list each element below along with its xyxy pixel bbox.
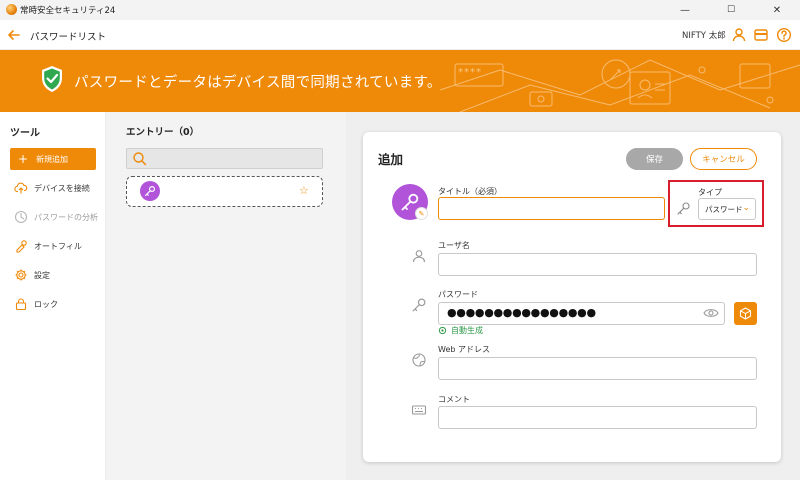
username-input[interactable]: [438, 253, 757, 276]
favorite-star-icon[interactable]: ☆: [299, 184, 309, 197]
autogenerate-link[interactable]: 自動生成: [438, 325, 483, 336]
password-input[interactable]: ●●●●●●●●●●●●●●●●: [438, 302, 725, 325]
autofill-icon: [16, 240, 27, 253]
cancel-button[interactable]: キャンセル: [690, 148, 757, 170]
web-address-input[interactable]: [438, 357, 757, 380]
page-title: パスワードリスト: [30, 32, 107, 43]
tool-password-analysis[interactable]: パスワードの分析: [14, 209, 98, 225]
password-label: パスワード: [438, 290, 478, 299]
banner-deco-mask: ****: [458, 67, 482, 78]
banner-sync-message: パスワードとデータはデバイス間で同期されています。: [74, 75, 442, 91]
search-icon: [133, 152, 147, 166]
gear-icon: [15, 269, 27, 281]
edit-pencil-icon[interactable]: ✎: [415, 207, 428, 220]
generate-password-button[interactable]: [734, 302, 757, 325]
globe-icon: [412, 353, 426, 367]
tool-label: パスワードの分析: [34, 212, 98, 222]
key-icon: [412, 298, 426, 312]
minimize-button[interactable]: —: [662, 0, 708, 20]
new-entry-button[interactable]: + 新規追加: [10, 148, 96, 170]
eye-icon[interactable]: [703, 307, 719, 319]
tool-label: オートフィル: [34, 241, 82, 251]
cloud-upload-icon: [14, 182, 28, 194]
highlight-box: [668, 180, 764, 227]
help-icon[interactable]: [776, 27, 792, 43]
new-entry-label: 新規追加: [36, 154, 69, 164]
tools-heading: ツール: [10, 128, 40, 139]
banner-decoration-graphic: [440, 59, 800, 112]
plus-icon: +: [18, 152, 29, 166]
user-icon: [412, 250, 426, 263]
comment-input[interactable]: [438, 406, 757, 429]
shield-check-icon: [42, 66, 62, 92]
save-button[interactable]: 保存: [626, 148, 683, 170]
user-icon[interactable]: [731, 27, 747, 43]
close-window-button[interactable]: ✕: [754, 0, 800, 20]
tool-label: 設定: [34, 270, 50, 280]
title-input[interactable]: [438, 197, 665, 220]
web-address-label: Web アドレス: [438, 345, 490, 354]
tool-label: デバイスを接続: [34, 183, 90, 193]
username-label: ユーザ名: [438, 241, 470, 250]
window-title: 常時安全セキュリティ24: [20, 6, 116, 16]
tool-settings[interactable]: 設定: [14, 267, 50, 283]
entry-key-icon: [140, 181, 160, 201]
back-arrow-icon[interactable]: [7, 28, 21, 42]
card-title: 追加: [378, 152, 404, 167]
tool-connect-device[interactable]: デバイスを接続: [14, 180, 90, 196]
tool-lock[interactable]: ロック: [14, 296, 58, 312]
password-value: ●●●●●●●●●●●●●●●●: [447, 306, 596, 319]
lock-icon: [15, 298, 27, 311]
maximize-button[interactable]: ☐: [708, 0, 754, 20]
search-input[interactable]: [126, 148, 323, 169]
tool-autofill[interactable]: オートフィル: [14, 238, 82, 254]
navigation-bar: [0, 20, 800, 50]
keyboard-icon: [411, 405, 427, 415]
autogenerate-label: 自動生成: [451, 326, 483, 335]
card-icon[interactable]: [753, 27, 769, 43]
entries-heading: エントリー（0）: [126, 127, 200, 138]
comment-label: コメント: [438, 395, 470, 404]
app-logo-icon: [6, 4, 17, 15]
gear-icon: [438, 326, 447, 335]
title-label: タイトル（必須）: [438, 187, 502, 196]
tool-label: ロック: [34, 299, 58, 309]
analysis-icon: [14, 210, 28, 224]
user-name: NIFTY 太郎: [682, 31, 726, 41]
dice-icon: [739, 307, 752, 320]
